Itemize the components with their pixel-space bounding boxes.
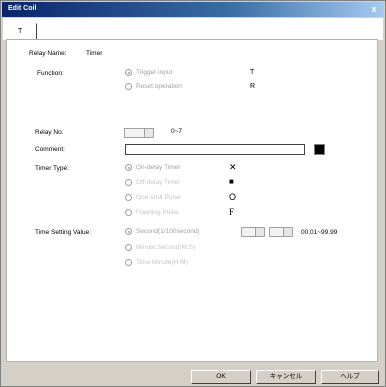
on-delay-symbol-icon: ✕ — [229, 162, 237, 172]
radio-on-delay-timer[interactable]: On-delay Timer — [125, 164, 180, 171]
time-value-spinner-2[interactable] — [269, 227, 293, 237]
radio-label: Reset operation — [136, 83, 182, 91]
radio-dot — [125, 179, 132, 186]
relay-name-value: Timer — [86, 50, 103, 57]
one-shot-symbol-icon: O — [229, 192, 237, 202]
radio-one-shot-pulse[interactable]: One-shot Pulse — [125, 194, 181, 201]
radio-second-unit[interactable]: Second(1/100second) — [125, 228, 200, 235]
edit-coil-dialog: Edit Coil x T Relay Name: Timer Function… — [0, 0, 386, 387]
close-icon[interactable]: x — [368, 3, 380, 15]
radio-flashing-pulse[interactable]: Flashing Pulse — [125, 209, 179, 216]
radio-trigger-input[interactable]: Trigger input — [125, 69, 172, 76]
time-value-spinner-1[interactable] — [241, 227, 265, 237]
tab-label: T — [18, 28, 23, 35]
relay-no-label: Relay No: — [35, 129, 64, 136]
window-title: Edit Coil — [8, 5, 37, 12]
radio-dot — [125, 244, 132, 251]
radio-label: Flashing Pulse — [136, 209, 179, 217]
radio-time-minute[interactable]: Time:Minute(H:M) — [125, 259, 188, 266]
radio-dot — [125, 209, 132, 216]
radio-label: Off-delay Timer — [136, 179, 181, 187]
spinner-arrows-icon[interactable] — [144, 129, 153, 137]
comment-input[interactable] — [125, 144, 305, 155]
radio-label: Second(1/100second) — [136, 228, 200, 236]
tab-strip: T — [3, 18, 383, 40]
off-delay-symbol-icon: ■ — [229, 177, 234, 186]
title-bar[interactable]: Edit Coil x — [2, 2, 384, 17]
comment-label: Comment: — [35, 146, 65, 153]
help-button[interactable]: ヘルプ — [321, 370, 379, 384]
radio-label: Trigger input — [136, 69, 173, 77]
relay-no-spinner[interactable] — [124, 128, 154, 138]
tab-t[interactable]: T — [7, 23, 37, 40]
radio-label: On-delay Timer — [136, 164, 181, 172]
flashing-symbol-icon: F — [229, 207, 235, 217]
radio-minute-second[interactable]: Minute:Second(M:S) — [125, 244, 195, 251]
radio-dot — [125, 194, 132, 201]
radio-label: Minute:Second(M:S) — [136, 244, 196, 252]
radio-dot — [125, 83, 132, 90]
time-setting-range: 00.01~99.99 — [301, 229, 338, 236]
radio-dot — [125, 164, 132, 171]
radio-label: Time:Minute(H:M) — [136, 259, 188, 267]
radio-dot — [125, 228, 132, 235]
radio-dot — [125, 69, 132, 76]
radio-dot — [125, 259, 132, 266]
comment-color-button[interactable] — [314, 144, 325, 155]
radio-reset-operation[interactable]: Reset operation — [125, 83, 182, 90]
spinner-arrows-icon[interactable] — [255, 228, 264, 236]
function-label: Function: — [37, 70, 64, 77]
relay-name-label: Relay Name: — [29, 50, 67, 57]
cancel-button[interactable]: キャンセル — [256, 370, 316, 384]
timer-type-label: Timer Type: — [35, 165, 69, 172]
tab-panel: Relay Name: Timer Function: Trigger inpu… — [6, 39, 378, 362]
radio-label: One-shot Pulse — [136, 194, 181, 202]
trigger-symbol: T — [250, 69, 255, 76]
button-bar: OK キャンセル ヘルプ — [1, 363, 385, 386]
reset-symbol: R — [250, 83, 256, 90]
ok-button[interactable]: OK — [191, 370, 251, 384]
spinner-arrows-icon[interactable] — [283, 228, 292, 236]
radio-off-delay-timer[interactable]: Off-delay Timer — [125, 179, 180, 186]
relay-no-range: 0~7 — [171, 128, 183, 135]
time-setting-label: Time Setting Value: — [35, 229, 91, 236]
